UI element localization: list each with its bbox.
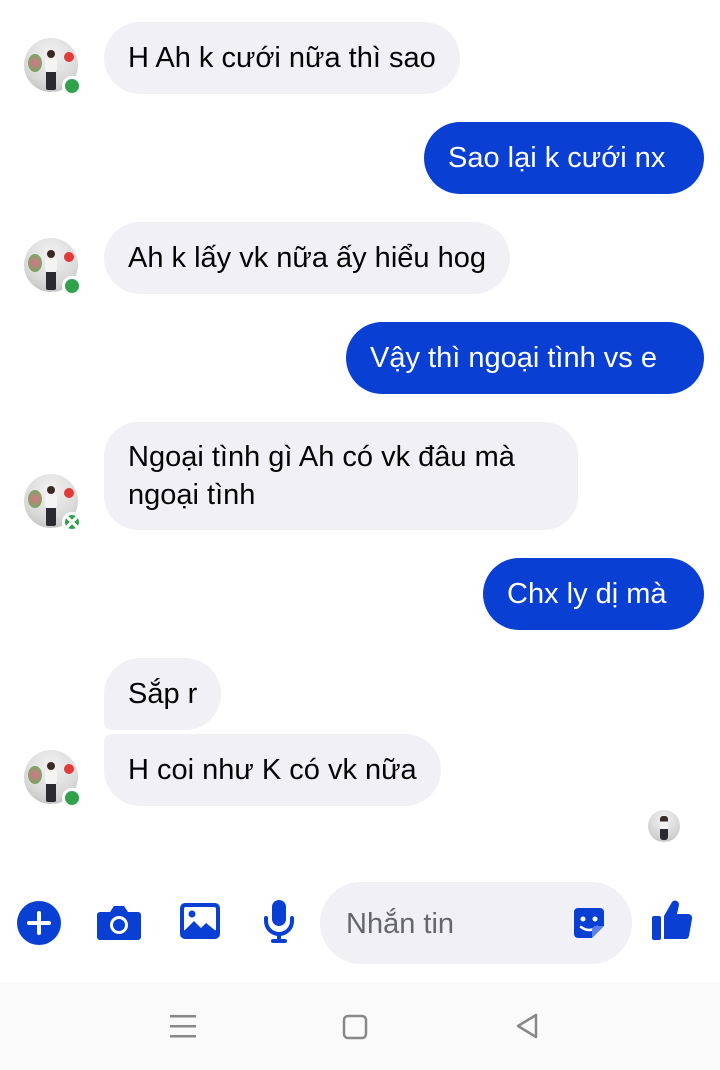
incoming-message[interactable]: H coi như K có vk nữa: [104, 734, 441, 806]
online-status-dot: [62, 512, 82, 532]
plus-icon[interactable]: [16, 900, 62, 951]
message-input-pill: [320, 882, 632, 966]
incoming-message[interactable]: H Ah k cưới nữa thì sao: [104, 22, 460, 94]
message-text: H coi như K có vk nữa: [128, 754, 417, 786]
outgoing-message[interactable]: Sao lại k cưới nx: [424, 122, 704, 194]
outgoing-message[interactable]: Vậy thì ngoại tình vs e: [346, 322, 704, 394]
image-icon[interactable]: [178, 901, 222, 946]
avatar-photo-detail: [28, 766, 42, 784]
avatar-photo-detail: [28, 254, 42, 272]
outgoing-message[interactable]: Chx ly dị mà: [483, 558, 704, 630]
message-text: Sao lại k cưới nx: [448, 142, 666, 174]
camera-icon[interactable]: [96, 902, 142, 947]
messenger-chat-screen: H Ah k cưới nữa thì sao Sao lại k cưới n…: [0, 0, 720, 1070]
message-text: Ah k lấy vk nữa ấy hiểu hog: [128, 242, 486, 274]
message-text-line: Ngoại tình gì Ah có vk đâu mà: [128, 441, 515, 473]
avatar-photo-person: [44, 250, 58, 290]
avatar-photo-detail: [28, 54, 42, 72]
online-status-dot: [62, 276, 82, 296]
incoming-message[interactable]: Ah k lấy vk nữa ấy hiểu hog: [104, 222, 510, 294]
avatar-photo-person: [44, 762, 58, 802]
message-text-line: ngoại tình: [128, 479, 256, 511]
microphone-icon[interactable]: [262, 898, 296, 949]
back-icon[interactable]: [514, 1012, 540, 1045]
message-text: H Ah k cưới nữa thì sao: [128, 42, 436, 74]
online-status-dot: [62, 76, 82, 96]
avatar-photo-person: [44, 50, 58, 90]
composer-bar: [0, 870, 720, 980]
message-text: Vậy thì ngoại tình vs e: [370, 342, 657, 374]
thumbs-up-icon[interactable]: [650, 898, 694, 947]
message-text: Sắp r: [128, 678, 198, 710]
home-icon[interactable]: [342, 1014, 368, 1045]
incoming-message[interactable]: Ngoại tình gì Ah có vk đâu mà ngoại tình: [104, 422, 578, 530]
online-status-dot: [62, 788, 82, 808]
menu-icon[interactable]: [170, 1012, 196, 1045]
system-navigation-bar: [0, 982, 720, 1070]
message-text: Chx ly dị mà: [507, 578, 667, 610]
message-thread[interactable]: H Ah k cưới nữa thì sao Sao lại k cưới n…: [0, 0, 720, 870]
seen-receipt-avatar: [648, 810, 680, 842]
sticker-icon[interactable]: [570, 904, 608, 947]
avatar-photo-person: [44, 486, 58, 526]
avatar-photo-detail: [28, 490, 42, 508]
message-input[interactable]: [344, 882, 568, 966]
incoming-message[interactable]: Sắp r: [104, 658, 222, 730]
